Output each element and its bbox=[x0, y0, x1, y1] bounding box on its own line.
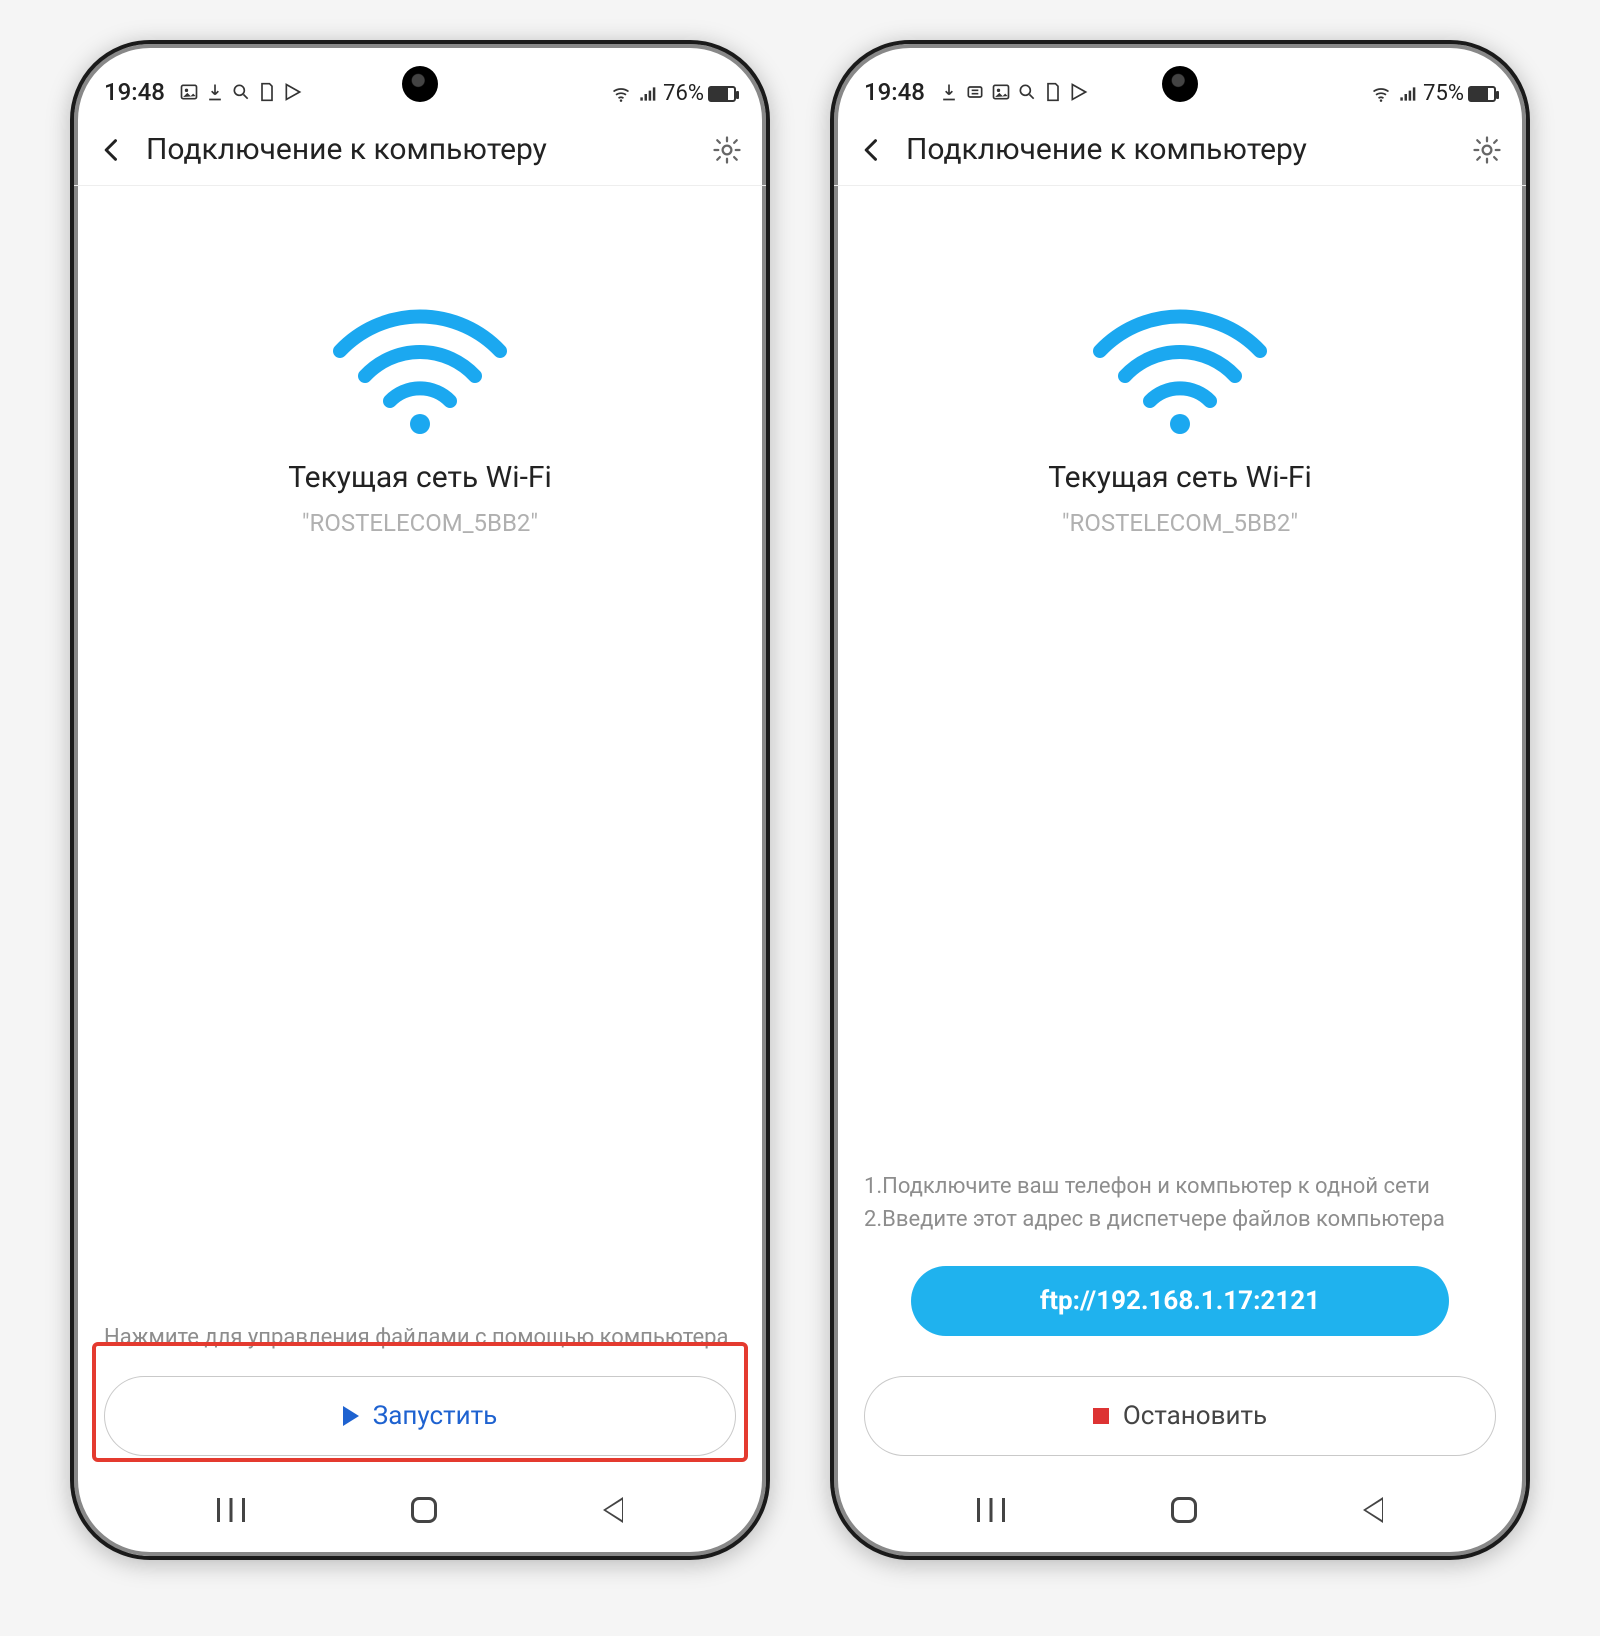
stop-icon bbox=[1093, 1408, 1109, 1424]
android-nav-bar bbox=[74, 1476, 766, 1556]
back-icon[interactable] bbox=[858, 136, 886, 164]
sd-card-icon bbox=[257, 82, 277, 102]
wifi-label: Текущая сеть Wi-Fi bbox=[1048, 460, 1312, 495]
wifi-status-block: Текущая сеть Wi-Fi "ROSTELECOM_5BB2" bbox=[288, 306, 552, 537]
nav-home-icon[interactable] bbox=[1171, 1497, 1197, 1523]
wifi-status-block: Текущая сеть Wi-Fi "ROSTELECOM_5BB2" bbox=[1048, 306, 1312, 537]
start-button[interactable]: Запустить bbox=[104, 1376, 736, 1456]
page-title: Подключение к компьютеру bbox=[906, 132, 1452, 167]
gear-icon[interactable] bbox=[712, 135, 742, 165]
sd-card-icon bbox=[1043, 82, 1063, 102]
nav-home-icon[interactable] bbox=[411, 1497, 437, 1523]
instruction-line-1: 1.Подключите ваш телефон и компьютер к о… bbox=[864, 1170, 1496, 1203]
ftp-address-pill[interactable]: ftp://192.168.1.17:2121 bbox=[911, 1266, 1448, 1336]
image-icon bbox=[179, 82, 199, 102]
play-store-icon bbox=[1069, 82, 1089, 102]
nav-recent-icon[interactable] bbox=[217, 1498, 245, 1522]
hint-text: Нажмите для управления файлами с помощью… bbox=[104, 1321, 736, 1354]
download-icon bbox=[939, 82, 959, 102]
instructions-block: 1.Подключите ваш телефон и компьютер к о… bbox=[864, 1170, 1496, 1236]
wifi-ssid: "ROSTELECOM_5BB2" bbox=[288, 509, 552, 537]
app-header: Подключение к компьютеру bbox=[74, 114, 766, 186]
front-camera bbox=[1162, 66, 1198, 102]
status-time: 19:48 bbox=[864, 78, 925, 106]
nav-back-icon[interactable] bbox=[1363, 1497, 1383, 1523]
app-header: Подключение к компьютеру bbox=[834, 114, 1526, 186]
start-button-label: Запустить bbox=[373, 1401, 497, 1431]
play-icon bbox=[343, 1406, 359, 1426]
download-icon bbox=[205, 82, 225, 102]
transfer-icon bbox=[965, 82, 985, 102]
wifi-label: Текущая сеть Wi-Fi bbox=[288, 460, 552, 495]
stop-button-label: Остановить bbox=[1123, 1401, 1267, 1431]
wifi-icon bbox=[1371, 84, 1391, 104]
wifi-large-icon bbox=[1090, 306, 1270, 436]
wifi-icon bbox=[611, 84, 631, 104]
android-nav-bar bbox=[834, 1476, 1526, 1556]
back-icon[interactable] bbox=[98, 136, 126, 164]
battery-percent: 75% bbox=[1423, 81, 1464, 106]
wifi-large-icon bbox=[330, 306, 510, 436]
instruction-line-2: 2.Введите этот адрес в диспетчере файлов… bbox=[864, 1203, 1496, 1236]
nav-back-icon[interactable] bbox=[603, 1497, 623, 1523]
signal-icon bbox=[637, 84, 657, 104]
search-icon bbox=[231, 82, 251, 102]
phone-right: 19:48 75% Подключение к компьютеру bbox=[830, 40, 1530, 1560]
phone-left: 19:48 76% Подключение к компьютеру bbox=[70, 40, 770, 1560]
battery-percent: 76% bbox=[663, 81, 704, 106]
battery-icon bbox=[1468, 86, 1496, 102]
nav-recent-icon[interactable] bbox=[977, 1498, 1005, 1522]
status-time: 19:48 bbox=[104, 78, 165, 106]
play-store-icon bbox=[283, 82, 303, 102]
wifi-ssid: "ROSTELECOM_5BB2" bbox=[1048, 509, 1312, 537]
gear-icon[interactable] bbox=[1472, 135, 1502, 165]
signal-icon bbox=[1397, 84, 1417, 104]
stop-button[interactable]: Остановить bbox=[864, 1376, 1496, 1456]
battery-icon bbox=[708, 86, 736, 102]
search-icon bbox=[1017, 82, 1037, 102]
image-icon bbox=[991, 82, 1011, 102]
page-title: Подключение к компьютеру bbox=[146, 132, 692, 167]
front-camera bbox=[402, 66, 438, 102]
